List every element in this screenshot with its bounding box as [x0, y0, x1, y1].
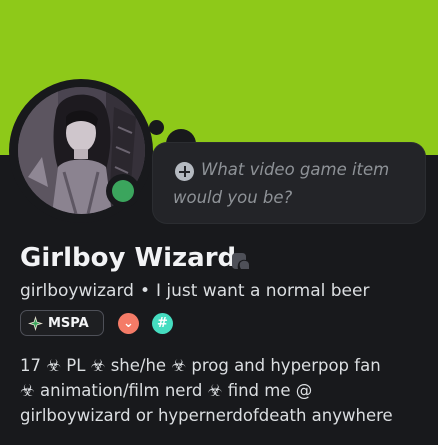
thought-bubble-dot	[149, 120, 164, 135]
hypesquad-badge[interactable]: ⌄	[118, 313, 139, 334]
status-prompt-line-1: What video game item	[201, 160, 390, 179]
bio-line: girlboywizard or hypernerdofdeath anywhe…	[20, 406, 393, 425]
nitro-badge[interactable]: #	[152, 313, 173, 334]
guild-tag-label: MSPA	[48, 315, 89, 331]
guild-tag-badge[interactable]: MSPA	[20, 310, 104, 336]
sparkle-icon	[28, 315, 43, 331]
hypesquad-chevron-icon: ⌄	[123, 316, 134, 331]
bio: 17 ☣ PL ☣ she/he ☣ prog and hyperpop fan…	[20, 353, 430, 428]
bio-line: 17 ☣ PL ☣ she/he ☣ prog and hyperpop fan	[20, 356, 381, 375]
online-status-icon	[112, 180, 134, 202]
custom-status-prompt[interactable]: What video game item would you be?	[153, 143, 425, 223]
hashtag-icon: #	[157, 316, 168, 331]
custom-status-text: I just want a normal beer	[155, 281, 370, 301]
bio-line: ☣ animation/film nerd ☣ find me @	[20, 381, 313, 400]
nickname-icon[interactable]	[229, 251, 251, 271]
display-name: Girlboy Wizard	[20, 243, 237, 273]
status-prompt-line-2: would you be?	[173, 188, 293, 207]
separator: •	[139, 281, 150, 301]
plus-circle-icon[interactable]	[175, 162, 194, 181]
username-row: girlboywizard • I just want a normal beer	[20, 281, 369, 301]
username[interactable]: girlboywizard	[20, 281, 134, 301]
